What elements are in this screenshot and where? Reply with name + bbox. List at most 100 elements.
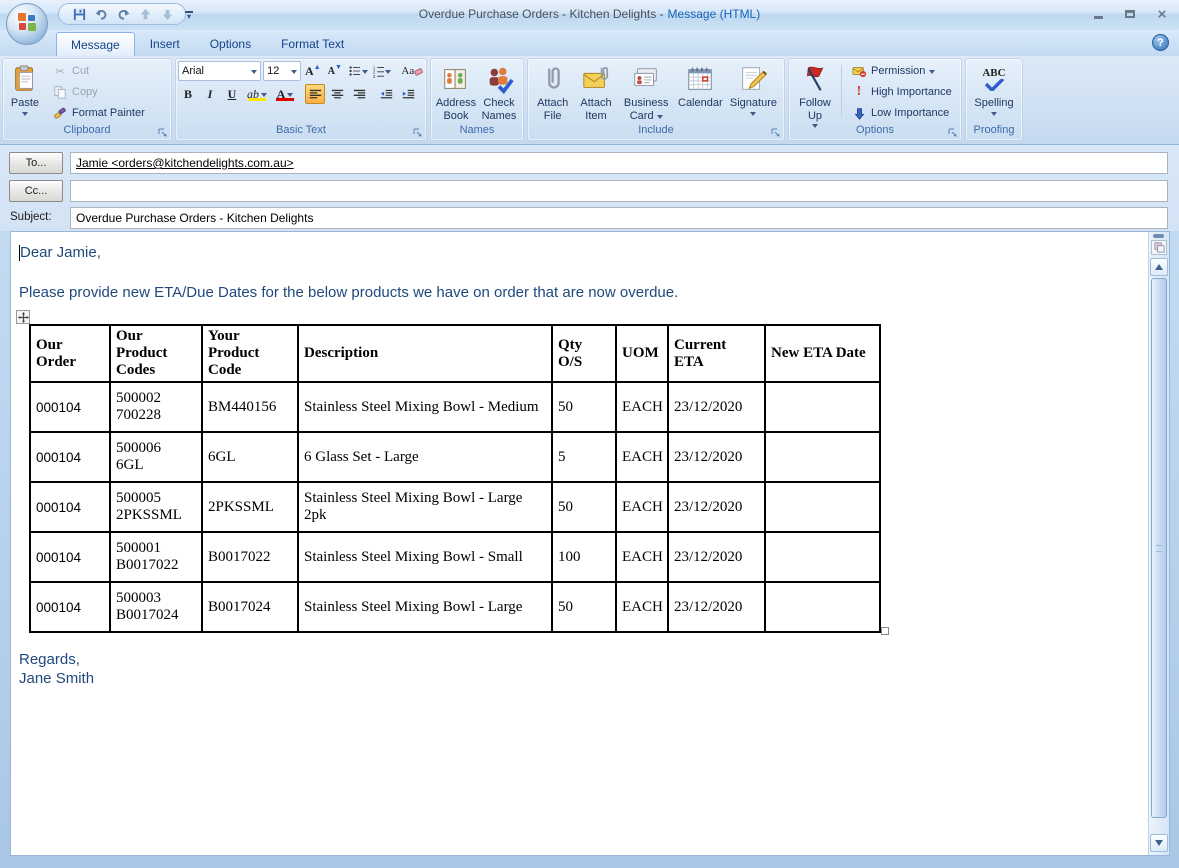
new-eta-cell[interactable] [765,532,880,582]
to-recipient[interactable]: Jamie <orders@kitchendelights.com.au> [76,156,294,170]
cut-icon: ✂ [52,63,68,79]
basic-text-dialog-launcher-icon[interactable] [412,126,424,138]
spelling-button[interactable]: ABC Spelling [971,61,1016,118]
attach-file-button[interactable]: Attach File [531,61,574,124]
signature-icon [737,63,769,95]
format-painter-button[interactable]: Format Painter [48,103,149,123]
high-importance-button[interactable]: ! High Importance [847,82,956,102]
table-move-handle-icon[interactable] [16,310,30,324]
table-row: 000104500002 700228BM440156Stainless Ste… [30,382,880,432]
new-eta-cell[interactable] [765,382,880,432]
table-row: 000104500006 6GL6GL6 Glass Set - Large5E… [30,432,880,482]
group-include: Attach File Attach Item Business Card [527,58,785,141]
follow-up-button[interactable]: Follow Up [792,61,838,130]
align-left-button[interactable] [305,84,325,104]
scroll-down-icon[interactable] [1150,834,1168,852]
table-row: 000104500005 2PKSSML2PKSSMLStainless Ste… [30,482,880,532]
to-button[interactable]: To... [9,152,63,174]
tab-insert[interactable]: Insert [135,31,195,56]
table-header-row: Our Order Our Product Codes Your Product… [30,325,880,382]
font-size-select[interactable]: 12 [263,61,301,81]
calendar-button[interactable]: Calendar [675,61,726,112]
check-names-icon [483,63,515,95]
text-highlight-button[interactable]: ab [244,84,270,104]
office-button[interactable] [6,3,48,45]
new-eta-cell[interactable] [765,432,880,482]
col-our-order[interactable]: Our Order [30,325,110,382]
col-your-product-code[interactable]: Your Product Code [202,325,298,382]
sign-off-text[interactable]: Regards, Jane Smith [19,651,1140,689]
subject-label: Subject: [10,211,52,223]
col-qty-os[interactable]: Qty O/S [552,325,616,382]
greeting-text[interactable]: Dear Jamie, [19,244,1140,261]
calendar-icon [684,63,716,95]
font-name-select[interactable]: Arial [178,61,261,81]
options-dialog-launcher-icon[interactable] [947,126,959,138]
shrink-font-button[interactable]: A▼ [325,61,345,81]
svg-text:3: 3 [372,74,375,78]
minimize-icon[interactable] [1089,6,1107,22]
signature-button[interactable]: Signature [726,61,781,118]
bullets-button[interactable] [347,61,369,81]
copy-button[interactable]: Copy [48,82,149,102]
numbering-button[interactable]: 123 [371,61,393,81]
bold-button[interactable]: B [178,84,198,104]
clear-formatting-button[interactable]: Aa [400,61,424,81]
include-dialog-launcher-icon[interactable] [770,126,782,138]
align-center-button[interactable] [327,84,347,104]
subject-field[interactable]: Overdue Purchase Orders - Kitchen Deligh… [70,207,1168,229]
col-new-eta-date[interactable]: New ETA Date [765,325,880,382]
scrollbar-thumb[interactable] [1151,278,1167,818]
cc-field[interactable] [70,180,1168,202]
cc-button[interactable]: Cc... [9,180,63,202]
business-card-icon [630,63,662,95]
font-color-button[interactable]: A [272,84,298,104]
maximize-icon[interactable] [1121,6,1139,22]
close-icon[interactable]: × [1153,6,1171,22]
paste-button[interactable]: Paste [6,61,44,118]
help-icon[interactable]: ? [1152,34,1169,51]
ruler-toggle-icon[interactable] [1151,240,1167,255]
new-eta-cell[interactable] [765,482,880,532]
clipboard-dialog-launcher-icon[interactable] [157,126,169,138]
tab-format-text[interactable]: Format Text [266,31,359,56]
message-body: Dear Jamie, Please provide new ETA/Due D… [10,231,1170,856]
col-our-product-codes[interactable]: Our Product Codes [110,325,202,382]
cut-button[interactable]: ✂ Cut [48,61,149,81]
business-card-button[interactable]: Business Card [618,61,675,124]
tab-message[interactable]: Message [56,32,135,56]
low-importance-icon [851,105,867,121]
scroll-up-icon[interactable] [1150,258,1168,276]
window-title: Overdue Purchase Orders - Kitchen Deligh… [0,7,1179,21]
high-importance-icon: ! [851,84,867,100]
decrease-indent-button[interactable] [376,84,396,104]
vertical-scrollbar[interactable] [1148,232,1169,855]
permission-button[interactable]: Permission [847,61,956,81]
business-card-dropdown-icon [657,115,663,119]
to-field[interactable]: Jamie <orders@kitchendelights.com.au> [70,152,1168,174]
split-handle[interactable] [1153,234,1164,238]
low-importance-button[interactable]: Low Importance [847,103,956,123]
italic-button[interactable]: I [200,84,220,104]
col-current-eta[interactable]: Current ETA [668,325,765,382]
ribbon-tab-row: Message Insert Options Format Text [0,30,1179,56]
check-names-button[interactable]: Check Names [478,61,520,124]
tab-options[interactable]: Options [195,31,266,56]
office-logo-icon [15,10,39,39]
copy-icon [52,84,68,100]
grow-font-button[interactable]: A▲ [303,61,323,81]
increase-indent-button[interactable] [398,84,418,104]
signature-dropdown-icon [750,112,756,116]
address-book-button[interactable]: Address Book [434,61,478,124]
col-uom[interactable]: UOM [616,325,668,382]
new-eta-cell[interactable] [765,582,880,632]
align-right-button[interactable] [349,84,369,104]
attach-item-button[interactable]: Attach Item [574,61,617,124]
underline-button[interactable]: U [222,84,242,104]
message-editor[interactable]: Dear Jamie, Please provide new ETA/Due D… [11,232,1148,855]
table-resize-handle[interactable] [881,627,889,635]
col-description[interactable]: Description [298,325,552,382]
attach-item-icon [580,63,612,95]
intro-text[interactable]: Please provide new ETA/Due Dates for the… [19,284,1140,301]
spelling-dropdown-icon [991,112,997,116]
